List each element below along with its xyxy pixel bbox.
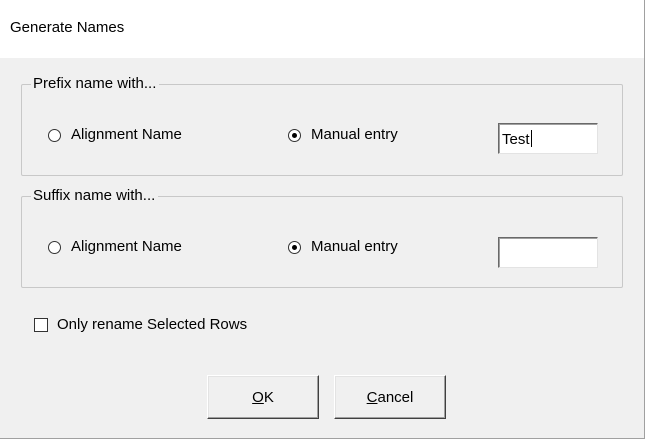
suffix-alignment-name-radio-circle[interactable] [48, 240, 61, 254]
only-rename-selected-rows-box[interactable] [34, 318, 48, 332]
only-rename-selected-rows-checkbox[interactable]: Only rename Selected Rows [34, 316, 247, 334]
dialog-title: Generate Names [10, 19, 125, 36]
prefix-group-legend: Prefix name with... [31, 75, 160, 93]
prefix-manual-entry-label: Manual entry [311, 126, 398, 143]
ok-button[interactable]: OK [207, 375, 319, 419]
suffix-group: Suffix name with... Alignment Name Manua… [21, 187, 623, 288]
generate-names-dialog: Generate Names Prefix name with... Align… [0, 0, 645, 439]
prefix-manual-entry-radio-circle[interactable] [288, 128, 301, 142]
cancel-button[interactable]: Cancel [334, 375, 446, 419]
suffix-group-legend: Suffix name with... [31, 187, 159, 205]
title-bar[interactable]: Generate Names [0, 0, 644, 58]
cancel-button-label-rest: ancel [377, 388, 414, 406]
suffix-manual-entry-radio[interactable]: Manual entry [288, 238, 398, 256]
prefix-alignment-name-label: Alignment Name [71, 126, 182, 143]
suffix-alignment-name-label: Alignment Name [71, 238, 182, 255]
suffix-manual-entry-label: Manual entry [311, 238, 398, 255]
text-caret [530, 130, 532, 147]
suffix-alignment-name-radio[interactable]: Alignment Name [48, 238, 182, 256]
prefix-alignment-name-radio[interactable]: Alignment Name [48, 126, 182, 144]
suffix-manual-entry-radio-circle[interactable] [288, 240, 301, 254]
prefix-manual-entry-value: Test [502, 131, 530, 148]
prefix-alignment-name-radio-circle[interactable] [48, 128, 61, 142]
suffix-manual-entry-input[interactable] [498, 237, 598, 268]
cancel-button-mnemonic: C [366, 388, 378, 406]
ok-button-mnemonic: O [252, 388, 264, 406]
prefix-manual-entry-radio[interactable]: Manual entry [288, 126, 398, 144]
ok-button-label-rest: K [263, 388, 274, 406]
only-rename-selected-rows-label: Only rename Selected Rows [57, 316, 248, 333]
prefix-group: Prefix name with... Alignment Name Manua… [21, 75, 623, 176]
prefix-manual-entry-input[interactable]: Test [498, 123, 598, 154]
